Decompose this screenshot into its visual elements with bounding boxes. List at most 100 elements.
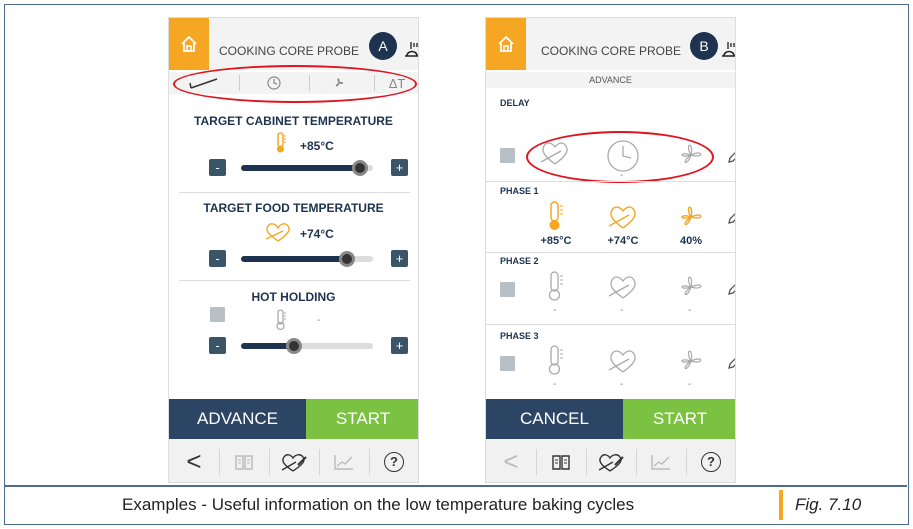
highlight-ellipse — [526, 131, 714, 183]
phase3-checkbox[interactable] — [500, 356, 515, 371]
bottom-nav: < ? — [486, 439, 735, 482]
badge-a: A — [369, 32, 397, 60]
pencil-icon[interactable] — [726, 279, 736, 297]
phase1-cabinet-value: +85°C — [540, 235, 572, 247]
core-probe-icon[interactable] — [403, 40, 419, 58]
recipe-book-button[interactable] — [219, 439, 269, 482]
slider-fill — [241, 256, 347, 262]
home-icon — [181, 35, 197, 52]
book-icon — [235, 454, 253, 470]
thermometer-icon — [548, 345, 563, 375]
badge-b: B — [690, 32, 718, 60]
header-title: COOKING CORE PROBE — [219, 44, 360, 58]
figure-number: Fig. 7.10 — [795, 495, 862, 514]
phase2-fan-value: - — [688, 305, 692, 316]
cabinet-temp-slider[interactable] — [241, 160, 373, 176]
pencil-icon[interactable] — [726, 147, 736, 165]
pencil-icon[interactable] — [726, 353, 736, 371]
back-button[interactable]: < — [169, 439, 219, 482]
divider — [179, 280, 410, 281]
start-button[interactable]: START — [306, 399, 418, 439]
food-temp-slider[interactable] — [241, 251, 373, 267]
phase1-label: PHASE 1 — [500, 186, 539, 196]
heart-probe-icon — [608, 206, 636, 229]
holding-temp-slider[interactable] — [241, 338, 373, 354]
phase2-cabinet-value: - — [553, 305, 557, 316]
help-button[interactable]: ? — [686, 439, 735, 482]
thermometer-icon — [277, 132, 286, 153]
header: COOKING CORE PROBE A — [169, 18, 418, 70]
phase3-core-value: - — [620, 379, 624, 390]
phase3-label: PHASE 3 — [500, 331, 539, 341]
caption-accent-bar — [779, 490, 783, 520]
divider — [486, 252, 735, 253]
figure-caption: Examples - Useful information on the low… — [5, 486, 907, 524]
divider — [486, 181, 735, 182]
heart-probe-icon — [608, 350, 636, 373]
cancel-button[interactable]: CANCEL — [486, 399, 623, 439]
help-icon: ? — [384, 451, 404, 472]
fan-icon — [681, 206, 702, 226]
food-temp-value: +74°C — [300, 227, 334, 241]
slider-knob[interactable] — [351, 160, 368, 176]
hot-holding-value: - — [317, 315, 321, 326]
help-button[interactable]: ? — [369, 439, 418, 482]
thermometer-icon — [548, 271, 563, 301]
food-plus-button[interactable]: + — [391, 250, 408, 267]
core-probe-icon[interactable] — [720, 40, 736, 58]
phase3-cabinet-value: - — [553, 379, 557, 390]
heart-edit-icon — [598, 453, 624, 472]
thermometer-icon — [276, 309, 286, 331]
cabinet-minus-button[interactable]: - — [209, 159, 226, 176]
book-icon — [552, 454, 570, 470]
food-temp-title: TARGET FOOD TEMPERATURE — [203, 201, 384, 215]
slider-knob[interactable] — [285, 338, 302, 354]
heart-probe-icon — [608, 276, 636, 299]
back-button[interactable]: < — [486, 439, 536, 482]
slider-knob[interactable] — [338, 251, 355, 267]
fan-icon — [681, 350, 702, 370]
start-button[interactable]: START — [623, 399, 735, 439]
heart-edit-icon — [281, 453, 307, 472]
phase1-fan-value: 40% — [679, 235, 703, 247]
graph-button[interactable] — [319, 439, 369, 482]
action-row: ADVANCE START — [169, 399, 418, 439]
chart-icon — [651, 454, 670, 470]
thermometer-icon — [549, 201, 563, 230]
screen-b: COOKING CORE PROBE B ADVANCE DELAY - PHA… — [485, 17, 736, 483]
home-icon — [498, 35, 514, 52]
divider — [179, 192, 410, 193]
phase2-label: PHASE 2 — [500, 256, 539, 266]
hot-holding-title: HOT HOLDING — [251, 290, 336, 304]
fan-icon — [681, 276, 702, 296]
food-minus-button[interactable]: - — [209, 250, 226, 267]
caption-text: Examples - Useful information on the low… — [122, 495, 635, 514]
figure-frame: COOKING CORE PROBE A ΔT TARGET CABINET T… — [4, 4, 909, 525]
phase2-checkbox[interactable] — [500, 282, 515, 297]
cabinet-temp-title: TARGET CABINET TEMPERATURE — [194, 114, 393, 128]
edit-program-button[interactable] — [586, 439, 636, 482]
holding-minus-button[interactable]: - — [209, 337, 226, 354]
chart-icon — [334, 454, 353, 470]
advance-button[interactable]: ADVANCE — [169, 399, 306, 439]
holding-plus-button[interactable]: + — [391, 337, 408, 354]
pencil-icon[interactable] — [726, 208, 736, 226]
home-button[interactable] — [486, 18, 526, 70]
header: COOKING CORE PROBE B — [486, 18, 735, 70]
graph-button[interactable] — [636, 439, 686, 482]
recipe-book-button[interactable] — [536, 439, 586, 482]
home-button[interactable] — [169, 18, 209, 70]
delay-label: DELAY — [500, 98, 530, 108]
delay-checkbox[interactable] — [500, 148, 515, 163]
cabinet-temp-value: +85°C — [300, 139, 334, 153]
advance-bar: ADVANCE — [486, 72, 735, 88]
divider — [486, 324, 735, 325]
phase1-core-value: +74°C — [607, 235, 639, 247]
help-icon: ? — [701, 451, 721, 472]
action-row: CANCEL START — [486, 399, 735, 439]
hot-holding-checkbox[interactable] — [210, 307, 225, 322]
bottom-nav: < ? — [169, 439, 418, 482]
cabinet-plus-button[interactable]: + — [391, 159, 408, 176]
edit-program-button[interactable] — [269, 439, 319, 482]
screen-a: COOKING CORE PROBE A ΔT TARGET CABINET T… — [168, 17, 419, 483]
